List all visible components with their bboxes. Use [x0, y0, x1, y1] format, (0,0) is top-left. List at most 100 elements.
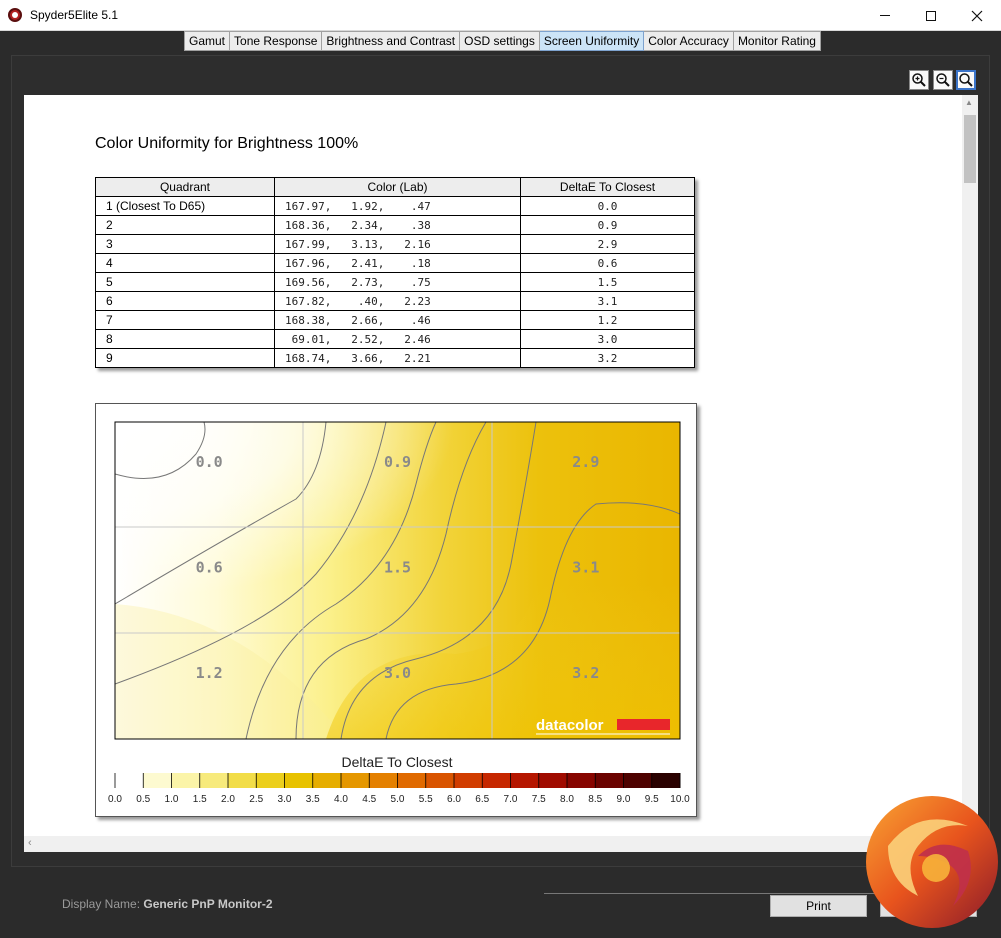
- quadrant-cell: 6: [95, 291, 275, 311]
- window-title: Spyder5Elite 5.1: [30, 8, 119, 22]
- title-bar: Spyder5Elite 5.1: [0, 0, 1001, 31]
- colorbar-tick-label: 3.5: [306, 794, 320, 805]
- colorbar-tick-label: 4.0: [334, 794, 348, 805]
- colorbar-segment: [510, 773, 540, 788]
- uniformity-chart: 0.0 0.9 2.9 0.6 1.5 3.1 1.2 3.0 3.2 datacolor De…: [95, 403, 697, 817]
- zoom-out-button[interactable]: [933, 70, 953, 90]
- cell-value-label: 1.5: [384, 559, 411, 577]
- colorbar-tick-label: 1.0: [165, 794, 179, 805]
- tab-tone-response[interactable]: Tone Response: [230, 31, 323, 51]
- lab-cell: 168.74, 3.66, 2.21: [274, 348, 521, 368]
- colorbar-tick-label: 5.5: [419, 794, 433, 805]
- quadrant-cell: 1 (Closest To D65): [95, 196, 275, 216]
- minimize-button[interactable]: [862, 0, 908, 31]
- deltae-cell: 3.0: [520, 329, 695, 349]
- colorbar-tick-label: 8.5: [588, 794, 602, 805]
- tab-monitor-rating[interactable]: Monitor Rating: [733, 31, 821, 51]
- colorbar-segment: [567, 773, 596, 788]
- zoom-in-icon: [912, 73, 926, 87]
- colorbar-title: DeltaE To Closest: [341, 754, 452, 770]
- colorbar-tick-label: 7.0: [504, 794, 518, 805]
- vertical-scroll-thumb[interactable]: [964, 115, 976, 183]
- tab-screen-uniformity[interactable]: Screen Uniformity: [539, 31, 645, 51]
- deltae-cell: 0.9: [520, 215, 695, 235]
- colorbar-tick-label: 1.5: [193, 794, 207, 805]
- maximize-button[interactable]: [908, 0, 954, 31]
- lab-cell: 167.97, 1.92, .47: [274, 196, 521, 216]
- colorbar-tick-label: 3.0: [278, 794, 292, 805]
- tab-bar: Gamut Tone Response Brightness and Contras…: [0, 31, 1001, 53]
- colorbar-segment: [228, 773, 257, 788]
- colorbar: 0.0 0.5 1.0 1.5 2.0 2.5 3.0 3.5 4.0 4.5 5.0 5.5 6.0 6…: [108, 773, 690, 805]
- cell-value-label: 3.1: [572, 559, 599, 577]
- scroll-left-icon[interactable]: ‹: [28, 837, 32, 849]
- lab-cell: 167.96, 2.41, .18: [274, 253, 521, 273]
- colorbar-segment: [482, 773, 511, 788]
- report-page: Color Uniformity for Brightness 100% Qua…: [24, 95, 962, 836]
- table-row: 6 167.82, .40, 2.23 3.1: [95, 291, 695, 311]
- print-button[interactable]: Print: [770, 895, 867, 917]
- header-quadrant: Quadrant: [95, 177, 275, 197]
- lab-cell: 169.56, 2.73, .75: [274, 272, 521, 292]
- quadrant-cell: 3: [95, 234, 275, 254]
- close-icon: [971, 10, 983, 21]
- colorbar-segment: [454, 773, 483, 788]
- lab-cell: 167.82, .40, 2.23: [274, 291, 521, 311]
- cell-value-label: 0.0: [196, 453, 223, 471]
- colorbar-tick-label: 6.5: [475, 794, 489, 805]
- deltae-cell: 1.2: [520, 310, 695, 330]
- tab-gamut[interactable]: Gamut: [184, 31, 231, 51]
- colorbar-tick-label: 9.5: [645, 794, 659, 805]
- colorbar-segment: [143, 773, 172, 788]
- quadrant-cell: 7: [95, 310, 275, 330]
- watermark-logo: [866, 796, 998, 928]
- colorbar-segment: [538, 773, 568, 788]
- colorbar-tick-label: 2.0: [221, 794, 235, 805]
- colorbar-segment: [623, 773, 653, 788]
- colorbar-segment: [256, 773, 285, 788]
- quadrant-cell: 5: [95, 272, 275, 292]
- zoom-fit-button[interactable]: [956, 70, 976, 90]
- lab-cell: 168.38, 2.66, .46: [274, 310, 521, 330]
- table-row: 1 (Closest To D65) 167.97, 1.92, .47 0.0: [95, 196, 695, 216]
- colorbar-tick-label: 2.5: [249, 794, 263, 805]
- table-header-row: Quadrant Color (Lab) DeltaE To Closest: [95, 177, 695, 197]
- scroll-up-icon[interactable]: ▲: [965, 98, 973, 107]
- header-deltae: DeltaE To Closest: [520, 177, 695, 197]
- tab-list: Gamut Tone Response Brightness and Contras…: [184, 31, 821, 51]
- colorbar-tick-label: 9.0: [617, 794, 631, 805]
- deltae-cell: 0.6: [520, 253, 695, 273]
- vertical-scrollbar[interactable]: ▲: [962, 95, 978, 836]
- colorbar-segment: [284, 773, 314, 788]
- cell-value-label: 2.9: [572, 453, 599, 471]
- colorbar-segment: [369, 773, 398, 788]
- uniformity-chart-svg: 0.0 0.9 2.9 0.6 1.5 3.1 1.2 3.0 3.2 datacolor De…: [108, 421, 690, 805]
- minimize-icon: [880, 15, 890, 16]
- table-row: 2 168.36, 2.34, .38 0.9: [95, 215, 695, 235]
- colorbar-tick-label: 5.0: [391, 794, 405, 805]
- colorbar-tick-label: 0.5: [136, 794, 150, 805]
- colorbar-tick-label: 6.0: [447, 794, 461, 805]
- table-row: 8 69.01, 2.52, 2.46 3.0: [95, 329, 695, 349]
- quadrant-cell: 4: [95, 253, 275, 273]
- zoom-out-icon: [936, 73, 950, 87]
- colorbar-segment: [171, 773, 201, 788]
- zoom-in-button[interactable]: [909, 70, 929, 90]
- tab-color-accuracy[interactable]: Color Accuracy: [644, 31, 734, 51]
- colorbar-tick-label: 7.5: [532, 794, 546, 805]
- app-icon: [8, 8, 22, 22]
- close-button[interactable]: [954, 0, 1000, 31]
- deltae-cell: 3.1: [520, 291, 695, 311]
- tab-osd-settings[interactable]: OSD settings: [460, 31, 540, 51]
- table-row: 5 169.56, 2.73, .75 1.5: [95, 272, 695, 292]
- lab-cell: 168.36, 2.34, .38: [274, 215, 521, 235]
- horizontal-scrollbar[interactable]: ‹: [24, 836, 978, 852]
- quadrant-cell: 9: [95, 348, 275, 368]
- tab-brightness-and-contrast[interactable]: Brightness and Contrast: [322, 31, 461, 51]
- colorbar-segment: [595, 773, 624, 788]
- table-row: 3 167.99, 3.13, 2.16 2.9: [95, 234, 695, 254]
- colorbar-segment: [115, 773, 144, 788]
- cell-value-label: 3.2: [572, 664, 599, 682]
- colorbar-segment: [651, 773, 681, 788]
- colorbar-segment: [425, 773, 455, 788]
